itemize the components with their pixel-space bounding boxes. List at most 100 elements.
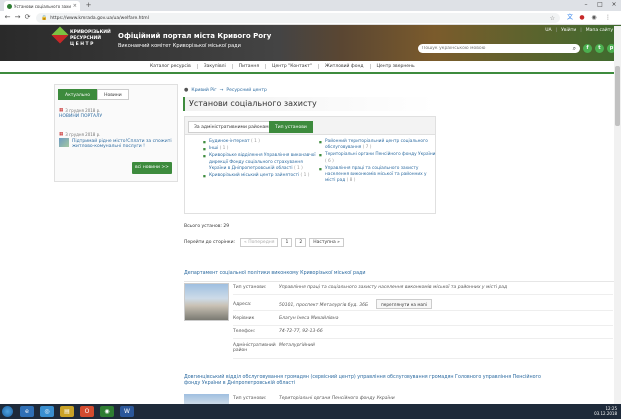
nav-housing[interactable]: Житловий фонд [319, 64, 371, 69]
filter-item[interactable]: Управління праці та соціального захисту … [319, 166, 437, 185]
info-value: Благун Інеса Михайлівна [279, 316, 339, 321]
tab-current[interactable]: Актуально [58, 89, 98, 100]
breadcrumb-current[interactable]: Ресурсний центр [226, 88, 266, 93]
resource-center-logo[interactable]: КРИВОРІЗЬКИЙ РЕСУРСНИЙ ЦЕНТР [51, 26, 116, 58]
breadcrumb-separator: → [219, 87, 224, 93]
search-input[interactable] [422, 46, 573, 51]
nav-procurement[interactable]: Закупівлі [198, 64, 233, 69]
back-arrow-icon[interactable]: ← [3, 13, 12, 22]
sitemap-link[interactable]: Мапа сайту [586, 28, 613, 33]
prev-page-button[interactable]: « Попередня [240, 238, 279, 247]
org-title[interactable]: Департамент соціальної політики виконком… [184, 271, 365, 276]
filter-item[interactable]: Криворізький міський центр зайнятості ( … [203, 173, 321, 179]
org-title[interactable]: Довгинцівський відділ обслуговування гро… [184, 375, 544, 387]
portal-title[interactable]: Офіційний портал міста Кривого Рогу [118, 32, 271, 40]
info-value: 50101, проспект Металургів буд. 36Б [279, 303, 369, 308]
filter-list-right: Районний територіальний центр соціальног… [319, 139, 437, 185]
extension-icon[interactable]: ● [578, 14, 586, 22]
info-key: Телефон: [233, 329, 256, 334]
page-scrollbar[interactable] [614, 26, 621, 404]
word-icon[interactable]: W [120, 406, 134, 417]
info-row-head: Керівник Благун Інеса Михайлівна [233, 316, 613, 326]
folder-icon[interactable]: ▤ [60, 406, 74, 417]
info-value: Металургійний [279, 343, 315, 348]
start-button-icon[interactable] [2, 406, 13, 417]
filter-item[interactable]: Криворізьке відділення Управління викона… [203, 153, 321, 172]
news-tabs: Актуально Новини [58, 89, 129, 100]
address-toolbar: ← → ⟳ 🔒 https://www.kmrada.gov.ua/ua/wel… [0, 11, 621, 25]
news-date: 3 грудня 2018 р. [65, 132, 101, 137]
bookmark-star-icon[interactable]: ☆ [550, 15, 555, 22]
nav-catalog[interactable]: Каталог ресурсів [144, 64, 198, 69]
main-nav: Каталог ресурсів Закупівлі Питання Центр… [0, 61, 621, 74]
maximize-icon[interactable]: □ [593, 0, 607, 10]
filter-list-left: Будинок-інтернат ( 1 ) Інші ( 1 ) Кривор… [203, 139, 321, 180]
new-tab-button[interactable]: + [84, 2, 93, 10]
minimize-icon[interactable]: – [579, 0, 593, 10]
tab-news[interactable]: Новини [97, 89, 129, 100]
nav-appeals[interactable]: Центр звернень [371, 64, 421, 69]
search-icon[interactable]: ⌕ [573, 45, 576, 53]
twitter-icon[interactable]: t [595, 44, 604, 53]
home-icon[interactable]: ● [184, 87, 188, 93]
info-key: Тип установи: [233, 285, 267, 290]
filter-item[interactable]: Інші ( 1 ) [203, 146, 321, 152]
filter-item[interactable]: Територіальні органи Пенсійного фонду Ук… [319, 152, 437, 164]
logo-text-line3: ЦЕНТР [70, 42, 95, 47]
info-row-address: Адреса: 50101, проспект Металургів буд. … [233, 298, 613, 311]
site-search: ⌕ [418, 44, 580, 53]
site-header: КРИВОРІЗЬКИЙ РЕСУРСНИЙ ЦЕНТР Офіційний п… [0, 25, 621, 61]
nav-questions[interactable]: Питання [233, 64, 267, 69]
language-link[interactable]: UA [545, 28, 551, 33]
all-news-button[interactable]: всі новини >> [132, 162, 172, 174]
news-thumbnail[interactable] [59, 138, 69, 147]
nav-contact-center[interactable]: Центр "Контакт" [266, 64, 319, 69]
ie-icon[interactable]: ◎ [40, 406, 54, 417]
close-window-icon[interactable]: × [607, 0, 621, 10]
tab-by-type[interactable]: Тип установи [269, 121, 313, 133]
filter-item[interactable]: Будинок-інтернат ( 1 ) [203, 139, 321, 145]
page-2-button[interactable]: 2 [295, 238, 307, 247]
address-bar[interactable]: 🔒 https://www.kmrada.gov.ua/ua/welfare.h… [36, 13, 560, 23]
news-link[interactable]: НОВИНИ ПОРТАЛУ [59, 114, 175, 119]
tab-title: Установи соціального захисту [14, 3, 71, 9]
filter-item[interactable]: Районний територіальний центр соціальног… [319, 139, 437, 151]
pagination: Перейти до сторінки: « Попередня 1 2 Нас… [184, 238, 344, 247]
logo-diamond-icon [51, 26, 69, 44]
filter-tabs: За адміністративними районами Тип устано… [185, 117, 435, 135]
pager-label: Перейти до сторінки: [184, 240, 236, 245]
browser-tab[interactable]: Установи соціального захисту × [4, 1, 80, 11]
translate-icon[interactable]: 文 [566, 14, 574, 22]
system-tray-clock[interactable]: 12:25 03.12.2018 [594, 406, 617, 416]
profile-icon[interactable]: ◉ [590, 14, 598, 22]
view-on-map-button[interactable]: переглянути на мапі [376, 299, 432, 309]
info-row-type: Тип установи: Управління праці та соціал… [233, 285, 613, 295]
header-links: UA | Увійти | Мапа сайту [545, 28, 613, 33]
facebook-icon[interactable]: f [583, 44, 592, 53]
next-page-button[interactable]: Наступна » [309, 238, 344, 247]
info-row-type: Тип установи: Територіальні органи Пенсі… [233, 396, 613, 404]
breadcrumb-home[interactable]: Кривий Ріг [191, 88, 216, 93]
filter-box: За адміністративними районами Тип устано… [184, 116, 436, 214]
logo-text-line1: КРИВОРІЗЬКИЙ [70, 30, 111, 35]
explorer-icon[interactable]: e [20, 406, 34, 417]
news-item: ▦ 3 грудня 2018 р. НОВИНИ ПОРТАЛУ [59, 108, 175, 119]
org-photo[interactable] [184, 283, 229, 321]
scroll-thumb[interactable] [615, 66, 620, 126]
browser-tab-bar: Установи соціального захисту × + – □ × [0, 0, 621, 11]
opera-icon[interactable]: O [80, 406, 94, 417]
tab-by-district[interactable]: За адміністративними районами [188, 121, 278, 133]
page-title-bar: Установи соціального захисту [183, 97, 435, 111]
chrome-icon[interactable]: ◉ [100, 406, 114, 417]
total-count: Всього установ: 29 [184, 224, 230, 229]
page-1-button[interactable]: 1 [281, 238, 293, 247]
reload-icon[interactable]: ⟳ [23, 13, 32, 22]
close-tab-icon[interactable]: × [73, 3, 77, 9]
news-link[interactable]: Підтримай рідне місто!Сплати за спожиті … [72, 139, 175, 149]
org-photo[interactable] [184, 394, 229, 404]
forward-arrow-icon[interactable]: → [13, 13, 22, 22]
os-taskbar: e ◎ ▤ O ◉ W 12:25 03.12.2018 [0, 404, 621, 419]
login-link[interactable]: Увійти [561, 28, 576, 33]
calendar-icon: ▦ [59, 108, 64, 113]
menu-dots-icon[interactable]: ⋮ [604, 14, 612, 22]
